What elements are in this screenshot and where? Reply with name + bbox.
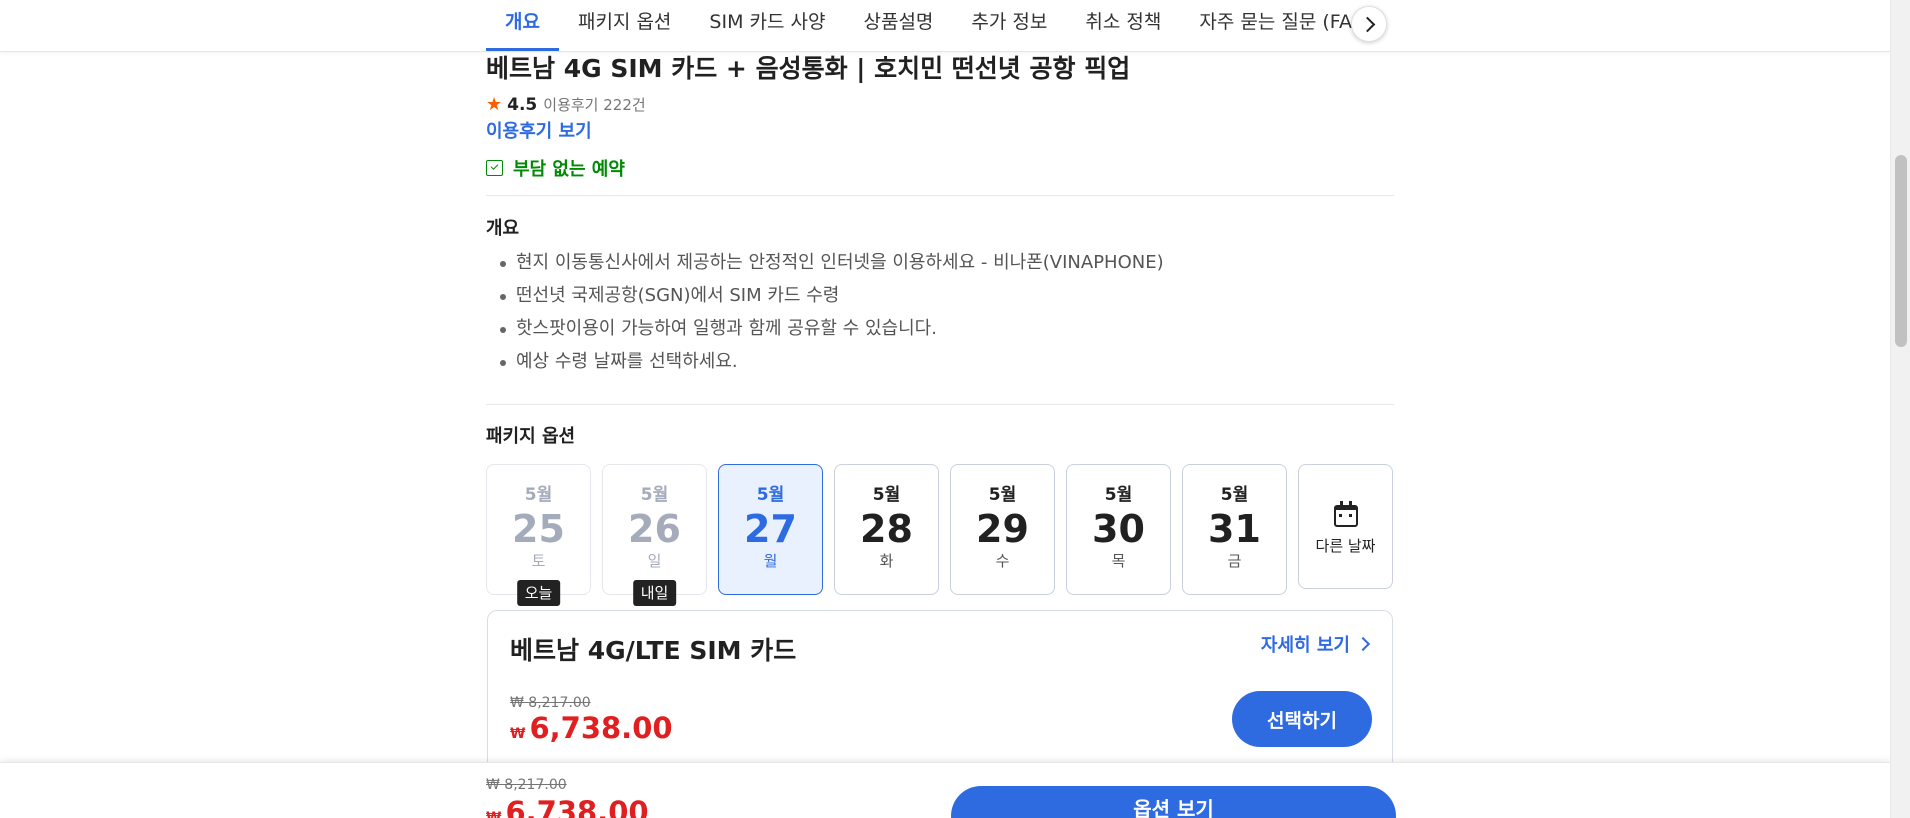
package-options-heading: 패키지 옵션 xyxy=(486,426,576,447)
date-option-may-30[interactable]: 5월 30 목 xyxy=(1066,464,1171,595)
date-weekday: 일 xyxy=(647,552,662,570)
date-day: 29 xyxy=(976,507,1029,551)
select-package-button[interactable]: 선택하기 xyxy=(1232,691,1372,747)
date-option-may-25[interactable]: 5월 25 토 오늘 xyxy=(486,464,591,606)
overview-heading: 개요 xyxy=(486,218,520,239)
tabs-scroll-next-button[interactable] xyxy=(1351,6,1387,42)
date-weekday: 월 xyxy=(763,552,778,570)
date-option-may-27[interactable]: 5월 27 월 xyxy=(718,464,823,595)
overview-item: 예상 수령 날짜를 선택하세요. xyxy=(486,345,1394,378)
bottom-sale-price: ₩6,738.00 xyxy=(486,795,649,818)
date-month: 5월 xyxy=(524,485,553,505)
tab-package-options[interactable]: 패키지 옵션 xyxy=(559,0,690,51)
view-options-button[interactable]: 옵션 보기 xyxy=(951,786,1396,818)
divider xyxy=(486,195,1394,196)
view-reviews-link[interactable]: 이용후기 보기 xyxy=(486,117,1394,143)
date-weekday: 목 xyxy=(1111,552,1126,570)
date-option-may-26[interactable]: 5월 26 일 내일 xyxy=(602,464,707,606)
calendar-icon xyxy=(1333,501,1358,527)
tab-sim-specs[interactable]: SIM 카드 사양 xyxy=(690,0,844,51)
other-date-button[interactable]: 다른 날짜 xyxy=(1298,464,1393,589)
date-day: 25 xyxy=(512,507,565,551)
overview-item: 떤선녓 국제공항(SGN)에서 SIM 카드 수령 xyxy=(486,279,1394,312)
rating-value: 4.5 xyxy=(507,94,538,115)
tab-cancellation-policy[interactable]: 취소 정책 xyxy=(1066,0,1180,51)
date-month: 5월 xyxy=(756,485,785,505)
tab-list: 개요 패키지 옵션 SIM 카드 사양 상품설명 추가 정보 취소 정책 자주 묻는 질문 … xyxy=(486,0,1366,52)
today-badge: 오늘 xyxy=(516,580,561,606)
date-weekday: 수 xyxy=(995,552,1010,570)
sale-price: ₩6,738.00 xyxy=(510,711,673,745)
sticky-booking-bar: ₩ 8,217.00 ₩6,738.00 옵션 보기 xyxy=(0,762,1890,818)
date-month: 5월 xyxy=(1220,485,1249,505)
overview-item: 핫스팟이용이 가능하여 일행과 함께 공유할 수 있습니다. xyxy=(486,312,1394,345)
rating-summary: ★ 4.5 이용후기 222건 xyxy=(486,94,1394,115)
date-day: 31 xyxy=(1208,507,1261,551)
date-day: 30 xyxy=(1092,507,1145,551)
date-month: 5월 xyxy=(1104,485,1133,505)
date-day: 28 xyxy=(860,507,913,551)
calendar-check-icon xyxy=(486,160,503,176)
overview-item: 현지 이동통신사에서 제공하는 안정적인 인터넷을 이용하세요 - 비나폰(VI… xyxy=(486,246,1394,279)
tab-faq[interactable]: 자주 묻는 질문 (FAQ) xyxy=(1180,0,1366,51)
free-booking-badge: 부담 없는 예약 xyxy=(486,155,1394,181)
free-booking-label: 부담 없는 예약 xyxy=(513,159,625,180)
star-icon: ★ xyxy=(486,94,503,115)
original-price: ₩ 8,217.00 xyxy=(510,695,591,711)
date-option-may-31[interactable]: 5월 31 금 xyxy=(1182,464,1287,595)
date-day: 26 xyxy=(628,507,681,551)
main-content: 베트남 4G SIM 카드 + 음성통화 | 호치민 떤선녓 공항 픽업 ★ 4… xyxy=(486,52,1394,606)
tab-additional-info[interactable]: 추가 정보 xyxy=(952,0,1066,51)
date-option-may-28[interactable]: 5월 28 화 xyxy=(834,464,939,595)
page-title: 베트남 4G SIM 카드 + 음성통화 | 호치민 떤선녓 공항 픽업 xyxy=(486,54,1131,83)
date-month: 5월 xyxy=(872,485,901,505)
date-selector: 5월 25 토 오늘 5월 26 일 내일 5월 27 월 5월 28 화 5월… xyxy=(486,464,1394,606)
date-month: 5월 xyxy=(988,485,1017,505)
other-date-label: 다른 날짜 xyxy=(1315,537,1376,555)
view-details-link[interactable]: 자세히 보기 xyxy=(1260,631,1371,657)
tab-overview[interactable]: 개요 xyxy=(486,0,559,51)
tomorrow-badge: 내일 xyxy=(632,580,677,606)
chevron-right-icon xyxy=(1355,636,1371,652)
section-tab-bar: 개요 패키지 옵션 SIM 카드 사양 상품설명 추가 정보 취소 정책 자주 묻는 질문 … xyxy=(0,0,1890,52)
date-weekday: 화 xyxy=(879,552,894,570)
chevron-right-icon xyxy=(1359,16,1375,32)
divider xyxy=(486,404,1394,405)
view-details-label: 자세히 보기 xyxy=(1260,635,1350,656)
bottom-sale-price-value: 6,738.00 xyxy=(505,795,649,818)
date-weekday: 금 xyxy=(1227,552,1242,570)
bottom-original-price: ₩ 8,217.00 xyxy=(486,777,567,793)
review-count: 이용후기 222건 xyxy=(543,96,646,114)
date-month: 5월 xyxy=(640,485,669,505)
date-option-may-29[interactable]: 5월 29 수 xyxy=(950,464,1055,595)
overview-list: 현지 이동통신사에서 제공하는 안정적인 인터넷을 이용하세요 - 비나폰(VI… xyxy=(486,246,1394,378)
date-day: 27 xyxy=(744,507,797,551)
currency-symbol: ₩ xyxy=(486,810,502,818)
page-scrollbar[interactable] xyxy=(1890,0,1910,818)
date-weekday: 토 xyxy=(531,552,546,570)
tab-product-description[interactable]: 상품설명 xyxy=(844,0,952,51)
package-card-title: 베트남 4G/LTE SIM 카드 xyxy=(510,636,797,665)
sale-price-value: 6,738.00 xyxy=(529,711,673,745)
scrollbar-thumb[interactable] xyxy=(1895,155,1907,347)
currency-symbol: ₩ xyxy=(510,726,526,742)
